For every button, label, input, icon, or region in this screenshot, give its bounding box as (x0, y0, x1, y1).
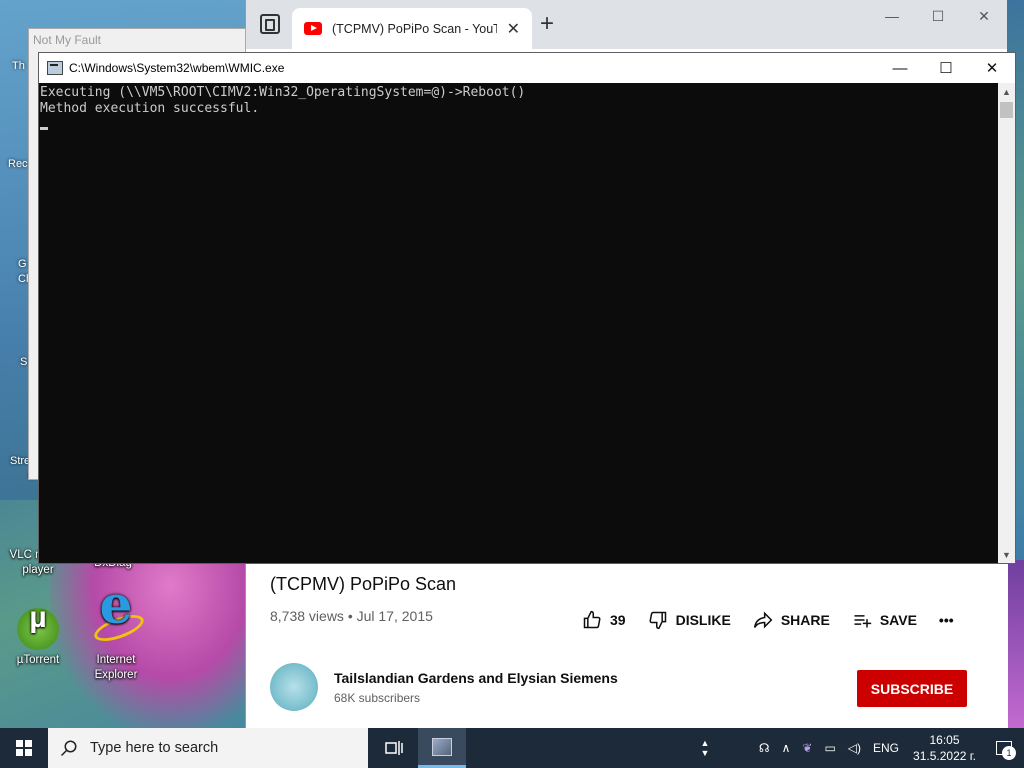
save-label: SAVE (879, 612, 917, 628)
maximize-icon[interactable]: ☐ (915, 0, 961, 32)
clock-time: 16:05 (929, 733, 960, 747)
utorrent-label: µTorrent (16, 654, 60, 666)
dislike-label: DISLIKE (675, 612, 731, 628)
channel-name[interactable]: Tailslandian Gardens and Elysian Siemens (334, 670, 618, 686)
save-button[interactable]: SAVE (852, 610, 917, 630)
not-my-fault-title: Not My Fault (33, 33, 102, 47)
chevron-up-icon[interactable]: ▲ (701, 738, 710, 748)
video-actions: 39 DISLIKE SHARE SAVE ••• (582, 610, 976, 630)
scroll-up-icon[interactable]: ▲ (998, 83, 1015, 100)
more-actions-button[interactable]: ••• (939, 612, 954, 628)
show-hidden-icons[interactable]: ∧ (776, 741, 797, 755)
feather-icon[interactable]: ❦ (796, 741, 818, 755)
channel-subscribers: 68K subscribers (334, 691, 421, 705)
thumbs-up-icon (583, 610, 601, 629)
browser-tabbar: (TCPMV) PoPiPo Scan - YouTube ✕ + — ☐ ✕ (246, 0, 1007, 49)
console-window-controls: — ☐ ✕ (877, 53, 1015, 83)
scroll-thumb[interactable] (1000, 102, 1013, 118)
new-tab-plus-icon[interactable]: + (540, 10, 554, 38)
internet-explorer-label: Internet Explorer (94, 654, 138, 681)
network-icon[interactable]: ▭ (818, 741, 841, 755)
share-label: SHARE (780, 612, 830, 628)
language-indicator[interactable]: ENG (867, 741, 905, 755)
video-meta: 8,738 views • Jul 17, 2015 (270, 608, 433, 624)
taskbar-app-wmic[interactable] (418, 728, 466, 768)
taskbar-search[interactable]: Type here to search (48, 728, 368, 768)
system-tray: ☊ ∧ ❦ ▭ ◁) ENG 16:05 31.5.2022 г. 1 (753, 728, 1024, 768)
tab-actions-icon[interactable] (260, 14, 280, 34)
clock[interactable]: 16:05 31.5.2022 г. (905, 732, 984, 764)
dislike-button[interactable]: DISLIKE (648, 610, 731, 630)
desktop-icon-utorrent[interactable]: µTorrent (0, 608, 76, 668)
windows-logo-icon (16, 740, 32, 756)
task-view-button[interactable] (370, 728, 418, 768)
desktop-icon-internet-explorer[interactable]: Internet Explorer (78, 598, 154, 683)
scroll-down-icon[interactable]: ▼ (998, 546, 1015, 563)
thumbs-down-icon (649, 611, 666, 630)
browser-tab-youtube[interactable]: (TCPMV) PoPiPo Scan - YouTube ✕ (292, 8, 532, 49)
utorrent-icon (17, 608, 59, 650)
playlist-add-icon (854, 615, 871, 628)
minimize-icon[interactable]: — (869, 0, 915, 32)
console-scrollbar[interactable]: ▲ ▼ (998, 83, 1015, 563)
people-icon[interactable]: ☊ (753, 741, 776, 755)
close-icon[interactable]: ✕ (961, 0, 1007, 32)
console-title: C:\Windows\System32\wbem\WMIC.exe (69, 61, 285, 75)
share-icon (753, 611, 773, 629)
console-icon (47, 61, 63, 75)
like-button[interactable]: 39 (582, 610, 626, 630)
video-title: (TCPMV) PoPiPo Scan (270, 574, 457, 594)
volume-icon[interactable]: ◁) (842, 741, 867, 755)
close-icon[interactable]: ✕ (969, 53, 1015, 83)
channel-avatar[interactable] (270, 663, 318, 711)
start-button[interactable] (0, 728, 48, 768)
taskbar-scroll[interactable]: ▲ ▼ (696, 728, 714, 768)
search-icon (60, 740, 77, 757)
console-app-icon (432, 737, 452, 756)
notification-badge: 1 (1002, 746, 1016, 760)
search-placeholder: Type here to search (90, 740, 219, 756)
subscribe-button[interactable]: SUBSCRIBE (857, 670, 967, 707)
console-output[interactable]: Executing (\\VM5\ROOT\CIMV2:Win32_Operat… (39, 83, 999, 563)
tab-title: (TCPMV) PoPiPo Scan - YouTube (332, 21, 497, 36)
share-button[interactable]: SHARE (753, 610, 830, 630)
console-cursor (40, 127, 48, 130)
internet-explorer-icon (95, 598, 137, 650)
taskbar: Type here to search ▲ ▼ ☊ ∧ ❦ ▭ ◁) ENG 1… (0, 728, 1024, 768)
like-count: 39 (610, 612, 626, 628)
video-info-panel: (TCPMV) PoPiPo Scan 8,738 views • Jul 17… (246, 560, 1008, 728)
more-horizontal-icon: ••• (938, 612, 954, 628)
minimize-icon[interactable]: — (877, 53, 923, 83)
notification-center-button[interactable]: 1 (984, 728, 1024, 768)
browser-window-controls: — ☐ ✕ (869, 0, 1007, 32)
youtube-icon (304, 22, 322, 35)
console-line: Executing (\\VM5\ROOT\CIMV2:Win32_Operat… (40, 85, 526, 100)
console-titlebar[interactable]: C:\Windows\System32\wbem\WMIC.exe — ☐ ✕ (39, 53, 1015, 83)
maximize-icon[interactable]: ☐ (923, 53, 969, 83)
clock-date: 31.5.2022 г. (913, 749, 976, 763)
tab-close-icon[interactable]: ✕ (507, 19, 520, 39)
chevron-down-icon[interactable]: ▼ (701, 748, 710, 758)
console-line: Method execution successful. (40, 101, 260, 116)
task-view-icon (385, 741, 403, 755)
wmic-console-window: C:\Windows\System32\wbem\WMIC.exe — ☐ ✕ … (38, 52, 1016, 564)
